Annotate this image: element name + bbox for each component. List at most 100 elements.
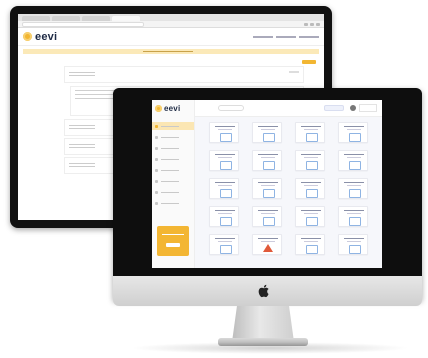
user-menu[interactable] bbox=[359, 104, 377, 112]
search-input[interactable] bbox=[218, 105, 244, 111]
topbar-button[interactable] bbox=[324, 105, 344, 111]
sidebar-item[interactable] bbox=[152, 177, 194, 185]
sidebar-item[interactable] bbox=[152, 199, 194, 207]
back-logo: eevi bbox=[23, 31, 57, 43]
sidebar-promo-card[interactable] bbox=[157, 226, 189, 256]
main-content bbox=[195, 100, 382, 268]
room-status-icon bbox=[220, 189, 232, 198]
room-card[interactable] bbox=[209, 178, 239, 199]
url-input[interactable] bbox=[22, 21, 144, 27]
room-card[interactable] bbox=[338, 122, 368, 143]
room-card[interactable] bbox=[295, 206, 325, 227]
room-status-icon bbox=[349, 217, 361, 226]
list-item-text bbox=[69, 75, 95, 76]
warning-icon bbox=[263, 244, 273, 252]
room-card[interactable] bbox=[252, 150, 282, 171]
room-card[interactable] bbox=[338, 150, 368, 171]
room-card-title bbox=[215, 210, 235, 211]
front-logo-text: eevi bbox=[164, 104, 181, 113]
extension-icon[interactable] bbox=[304, 22, 308, 26]
room-card-title bbox=[215, 238, 235, 239]
room-card[interactable] bbox=[209, 234, 239, 255]
sidebar-item-label bbox=[161, 136, 179, 138]
room-card-title bbox=[301, 182, 321, 183]
browser-tab[interactable] bbox=[52, 16, 80, 21]
room-card-title bbox=[258, 238, 278, 239]
room-card[interactable] bbox=[252, 206, 282, 227]
room-card-subtitle bbox=[261, 157, 275, 158]
browser-tab-active[interactable] bbox=[112, 16, 140, 21]
sidebar-item-icon bbox=[155, 190, 158, 194]
sidebar-item-label bbox=[161, 202, 179, 204]
room-card[interactable] bbox=[209, 206, 239, 227]
sidebar-item-active[interactable] bbox=[152, 122, 194, 130]
browser-tab[interactable] bbox=[22, 16, 50, 21]
back-app-header: eevi bbox=[18, 28, 324, 46]
room-card-subtitle bbox=[261, 241, 275, 242]
list-item-text bbox=[69, 125, 95, 126]
topbar-actions bbox=[324, 104, 377, 112]
room-status-icon bbox=[306, 161, 318, 170]
room-card[interactable] bbox=[338, 206, 368, 227]
room-card[interactable] bbox=[338, 234, 368, 255]
room-card-subtitle bbox=[218, 129, 232, 130]
sidebar-item[interactable] bbox=[152, 166, 194, 174]
header-link[interactable] bbox=[253, 35, 273, 38]
front-screen: eevi bbox=[152, 100, 382, 268]
list-item-text bbox=[69, 166, 95, 167]
room-card-subtitle bbox=[347, 157, 361, 158]
room-card-subtitle bbox=[261, 213, 275, 214]
room-card[interactable] bbox=[338, 178, 368, 199]
room-card[interactable] bbox=[252, 122, 282, 143]
sidebar-item-icon bbox=[155, 124, 158, 128]
sidebar-item-icon bbox=[155, 201, 158, 205]
room-card[interactable] bbox=[295, 150, 325, 171]
room-card-subtitle bbox=[347, 129, 361, 130]
logo-mark-icon bbox=[155, 105, 162, 112]
apple-icon bbox=[258, 284, 269, 298]
room-card-subtitle bbox=[261, 185, 275, 186]
back-action-button[interactable] bbox=[302, 60, 316, 64]
room-card[interactable] bbox=[295, 122, 325, 143]
avatar[interactable] bbox=[350, 105, 356, 111]
room-status-icon bbox=[306, 133, 318, 142]
header-link[interactable] bbox=[299, 35, 319, 38]
room-status-icon bbox=[306, 245, 318, 254]
sidebar-item-label bbox=[161, 191, 179, 193]
back-header-links bbox=[250, 35, 319, 38]
room-card-title bbox=[258, 210, 278, 211]
room-card[interactable] bbox=[252, 234, 282, 255]
sidebar-item[interactable] bbox=[152, 133, 194, 141]
room-status-icon bbox=[220, 217, 232, 226]
list-item[interactable] bbox=[64, 66, 304, 83]
room-card-title bbox=[301, 126, 321, 127]
sidebar-item-label bbox=[161, 158, 179, 160]
extension-icon[interactable] bbox=[310, 22, 314, 26]
room-card[interactable] bbox=[209, 150, 239, 171]
front-logo: eevi bbox=[152, 100, 194, 117]
list-item-text bbox=[69, 147, 95, 148]
sidebar-item-icon bbox=[155, 157, 158, 161]
room-card[interactable] bbox=[209, 122, 239, 143]
room-card[interactable] bbox=[295, 234, 325, 255]
room-card-title bbox=[258, 126, 278, 127]
browser-tab[interactable] bbox=[82, 16, 110, 21]
room-card-title bbox=[215, 126, 235, 127]
room-status-icon bbox=[306, 217, 318, 226]
room-card-title bbox=[344, 238, 364, 239]
sidebar-item-label bbox=[161, 125, 179, 127]
sidebar-item-icon bbox=[155, 146, 158, 150]
list-item-tag bbox=[289, 71, 299, 73]
scene: eevi eevi bbox=[0, 0, 428, 358]
browser-tab-bar bbox=[18, 14, 324, 21]
sidebar-item[interactable] bbox=[152, 188, 194, 196]
room-card-subtitle bbox=[218, 213, 232, 214]
sidebar-item[interactable] bbox=[152, 144, 194, 152]
room-card[interactable] bbox=[252, 178, 282, 199]
sidebar-item[interactable] bbox=[152, 155, 194, 163]
room-card-title bbox=[258, 182, 278, 183]
room-card[interactable] bbox=[295, 178, 325, 199]
header-link[interactable] bbox=[276, 35, 296, 38]
extension-icon[interactable] bbox=[316, 22, 320, 26]
address-bar bbox=[18, 21, 324, 28]
